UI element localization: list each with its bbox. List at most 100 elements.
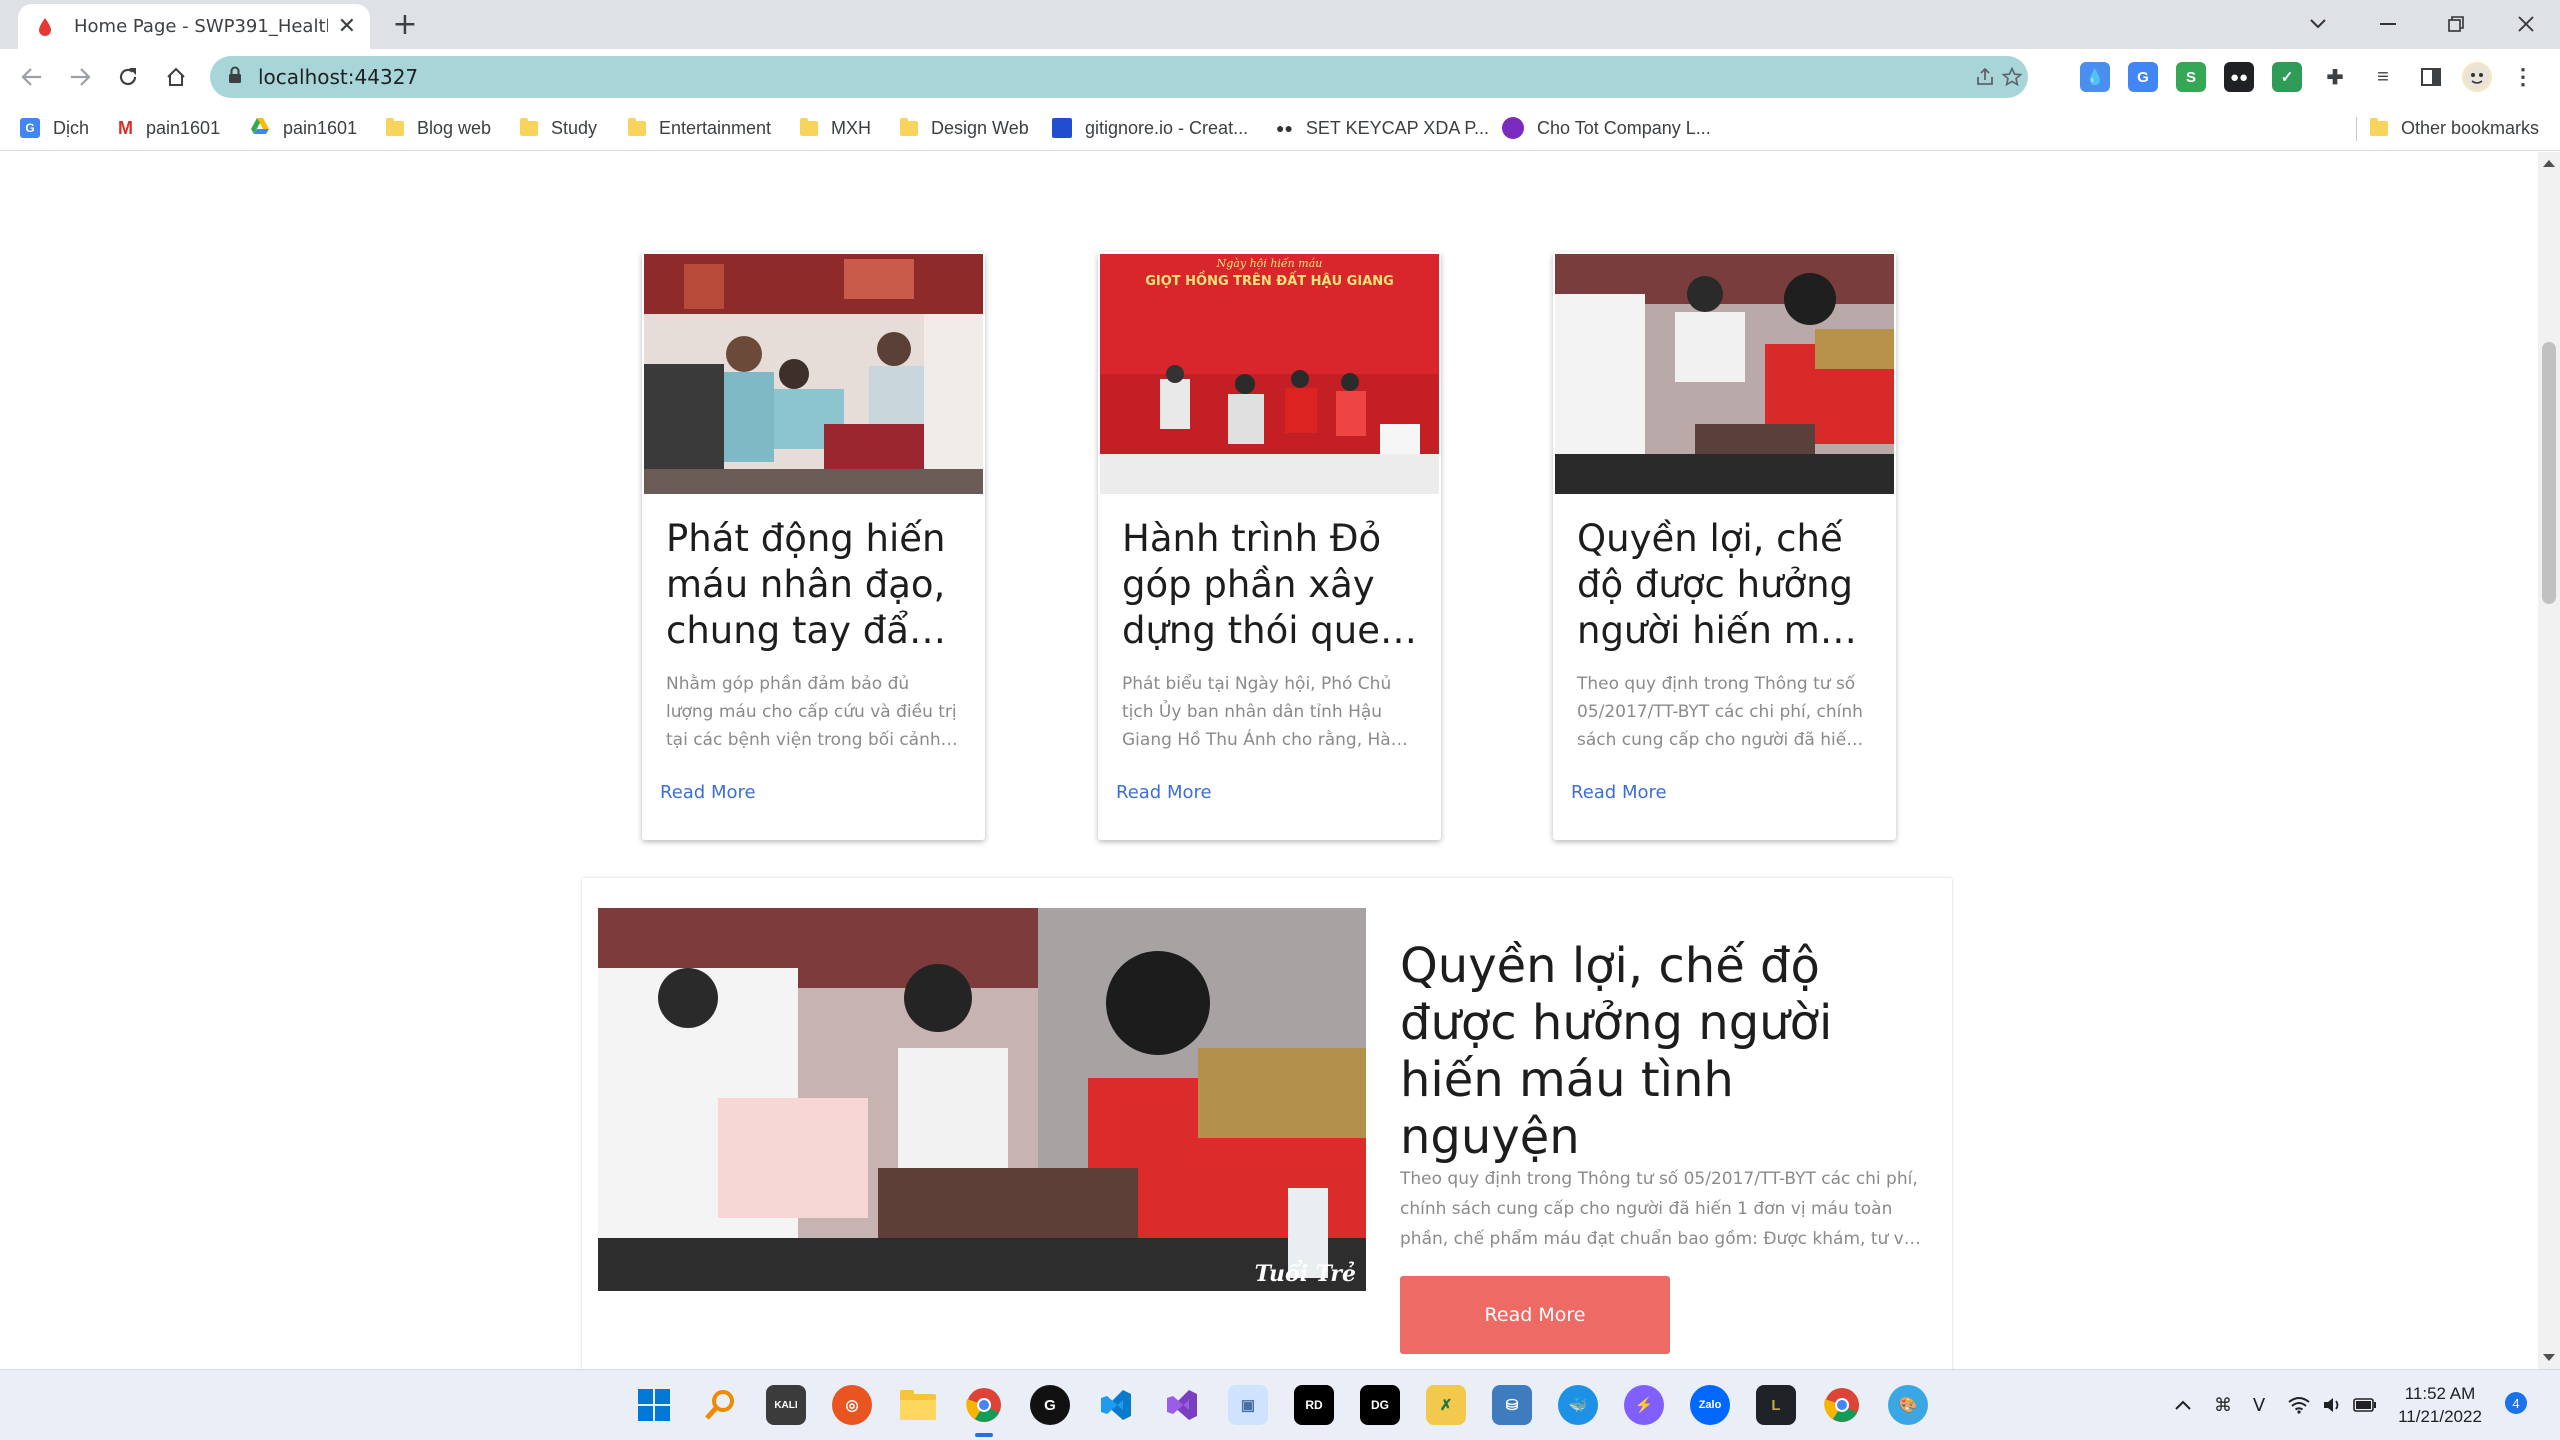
- excel-like-icon[interactable]: ✗: [1426, 1385, 1466, 1425]
- bookmark-folder-mxh[interactable]: MXH: [800, 115, 871, 141]
- lock-icon[interactable]: [228, 66, 242, 88]
- bookmark-star-icon[interactable]: [1994, 56, 2030, 98]
- bookmark-item[interactable]: G Dịch: [20, 115, 89, 141]
- volume-icon[interactable]: [2318, 1390, 2348, 1420]
- visual-studio-icon[interactable]: [1162, 1385, 1202, 1425]
- bookmark-item[interactable]: ●● SET KEYCAP XDA P...: [1276, 115, 1489, 141]
- folder-icon: [386, 117, 404, 136]
- card-image-blood-donation-hall[interactable]: [644, 254, 983, 494]
- side-panel-icon[interactable]: [2416, 62, 2446, 92]
- rider-icon[interactable]: RD: [1294, 1385, 1334, 1425]
- reload-icon[interactable]: [110, 59, 146, 95]
- address-bar[interactable]: localhost:44327: [210, 56, 2028, 98]
- docker-icon[interactable]: 🐳: [1558, 1385, 1598, 1425]
- card-image-hau-giang-event[interactable]: Ngày hội hiến máu GIỌT HỒNG TRÊN ĐẤT HẬU…: [1100, 254, 1439, 494]
- home-icon[interactable]: [158, 59, 194, 95]
- virtualbox-icon[interactable]: ▣: [1228, 1385, 1268, 1425]
- banner-title: GIỌT HỒNG TRÊN ĐẤT HẬU GIANG: [1145, 274, 1394, 289]
- wifi-icon[interactable]: [2284, 1390, 2314, 1420]
- bookmarks-divider: [2356, 117, 2357, 141]
- tab-title: Home Page - SWP391_HealthCare: [74, 16, 328, 37]
- card-image-donors-in-chairs[interactable]: [1555, 254, 1894, 494]
- zalo-icon[interactable]: Zalo: [1690, 1385, 1730, 1425]
- read-more-button[interactable]: Read More: [1400, 1276, 1670, 1354]
- system-clock[interactable]: 11:52 AM 11/21/2022: [2370, 1382, 2510, 1428]
- tray-chevron-up-icon[interactable]: [2168, 1390, 2198, 1420]
- bookmark-label: pain1601: [283, 117, 358, 138]
- bookmarks-bar: G Dịch M pain1601 pain1601 Blog web Stud…: [0, 105, 2560, 151]
- vpn-icon[interactable]: V: [2244, 1390, 2274, 1420]
- shop-icon: ●●: [1276, 120, 1293, 136]
- url-text[interactable]: localhost:44327: [258, 65, 418, 89]
- profile-avatar[interactable]: [2462, 62, 2492, 92]
- bookmark-item[interactable]: gitignore.io - Creat...: [1052, 115, 1248, 141]
- kebab-menu-icon[interactable]: ⋮: [2508, 62, 2538, 92]
- bookmark-label: MXH: [831, 117, 871, 138]
- news-card[interactable]: Phát động hiến máu nhân đạo, chung tay đ…: [642, 252, 985, 840]
- tampermonkey-extension-icon[interactable]: ●●: [2224, 62, 2254, 92]
- card-title[interactable]: Phát động hiến máu nhân đạo, chung tay đ…: [666, 516, 966, 654]
- ubuntu-icon[interactable]: ◎: [832, 1385, 872, 1425]
- github-icon[interactable]: G: [1030, 1385, 1070, 1425]
- scroll-down-arrow-icon[interactable]: [2543, 1354, 2555, 1361]
- close-window-button[interactable]: [2496, 6, 2556, 42]
- vscode-icon[interactable]: [1096, 1385, 1136, 1425]
- news-card[interactable]: Ngày hội hiến máu GIỌT HỒNG TRÊN ĐẤT HẬU…: [1098, 252, 1441, 840]
- featured-description: Theo quy định trong Thông tư số 05/2017/…: [1400, 1169, 1925, 1249]
- card-description: Nhằm góp phần đảm bảo đủ lượng máu cho c…: [666, 674, 957, 750]
- card-title[interactable]: Hành trình Đỏ góp phần xây dựng thói que…: [1122, 516, 1422, 654]
- sql-server-icon[interactable]: ⛁: [1492, 1385, 1532, 1425]
- bookmark-folder-design-web[interactable]: Design Web: [900, 115, 1029, 141]
- bookmark-item[interactable]: pain1601: [250, 115, 357, 141]
- back-arrow-icon[interactable]: [14, 59, 50, 95]
- bookmark-item[interactable]: Cho Tot Company L...: [1502, 115, 1711, 141]
- windows-start-icon[interactable]: [634, 1385, 674, 1425]
- close-tab-icon[interactable]: ✕: [338, 15, 356, 38]
- read-more-link[interactable]: Read More: [1571, 782, 1667, 803]
- bookmark-label: Entertainment: [659, 117, 772, 138]
- bookmark-label: gitignore.io - Creat...: [1085, 117, 1249, 138]
- s-extension-icon[interactable]: S: [2176, 62, 2206, 92]
- tab-search-icon[interactable]: [2288, 6, 2348, 42]
- read-more-link[interactable]: Read More: [1116, 782, 1212, 803]
- card-title[interactable]: Quyền lợi, chế độ được hưởng người hiến …: [1577, 516, 1877, 654]
- puzzle-extensions-icon[interactable]: ✚: [2320, 62, 2350, 92]
- page-scrollbar[interactable]: [2538, 152, 2560, 1369]
- bookmark-label: Dịch: [53, 117, 90, 138]
- featured-image-donors[interactable]: Tuổi Trẻ: [598, 908, 1366, 1291]
- scroll-up-arrow-icon[interactable]: [2543, 160, 2555, 167]
- tab-strip: Home Page - SWP391_HealthCare ✕ +: [0, 0, 2560, 49]
- chrome-icon[interactable]: [964, 1385, 1004, 1425]
- kali-icon[interactable]: KALI: [766, 1385, 806, 1425]
- translate-extension-icon[interactable]: G: [2128, 62, 2158, 92]
- other-bookmarks-folder[interactable]: Other bookmarks: [2370, 115, 2539, 141]
- bookmark-item[interactable]: M pain1601: [118, 115, 220, 141]
- featured-title[interactable]: Quyền lợi, chế độ được hưởng người hiến …: [1400, 938, 1920, 1166]
- bookmark-folder-entertainment[interactable]: Entertainment: [628, 115, 771, 141]
- chrome-profile-icon[interactable]: [1822, 1385, 1862, 1425]
- league-icon[interactable]: L: [1756, 1385, 1796, 1425]
- search-icon[interactable]: [700, 1385, 740, 1425]
- shield-extension-icon[interactable]: ✓: [2272, 62, 2302, 92]
- read-more-link[interactable]: Read More: [660, 782, 756, 803]
- datagrip-icon[interactable]: DG: [1360, 1385, 1400, 1425]
- reading-list-icon[interactable]: ≡: [2368, 62, 2398, 92]
- water-drop-extension-icon[interactable]: 💧: [2080, 62, 2110, 92]
- news-card[interactable]: Quyền lợi, chế độ được hưởng người hiến …: [1553, 252, 1896, 840]
- scroll-thumb[interactable]: [2542, 342, 2556, 604]
- folder-icon: [520, 117, 538, 136]
- folder-icon: [900, 117, 918, 136]
- browser-tab[interactable]: Home Page - SWP391_HealthCare ✕: [18, 4, 370, 49]
- bookmark-label: SET KEYCAP XDA P...: [1305, 117, 1490, 138]
- file-explorer-icon[interactable]: [898, 1385, 938, 1425]
- tray-app-icon[interactable]: ⌘: [2208, 1390, 2238, 1420]
- minimize-button[interactable]: [2358, 6, 2418, 42]
- paint-icon[interactable]: 🎨: [1888, 1385, 1928, 1425]
- new-tab-button[interactable]: +: [388, 10, 422, 40]
- messenger-icon[interactable]: ⚡: [1624, 1385, 1664, 1425]
- notification-badge[interactable]: 4: [2505, 1392, 2527, 1414]
- forward-arrow-icon[interactable]: [62, 59, 98, 95]
- restore-button[interactable]: [2426, 6, 2486, 42]
- bookmark-folder-study[interactable]: Study: [520, 115, 597, 141]
- bookmark-folder-blog-web[interactable]: Blog web: [386, 115, 491, 141]
